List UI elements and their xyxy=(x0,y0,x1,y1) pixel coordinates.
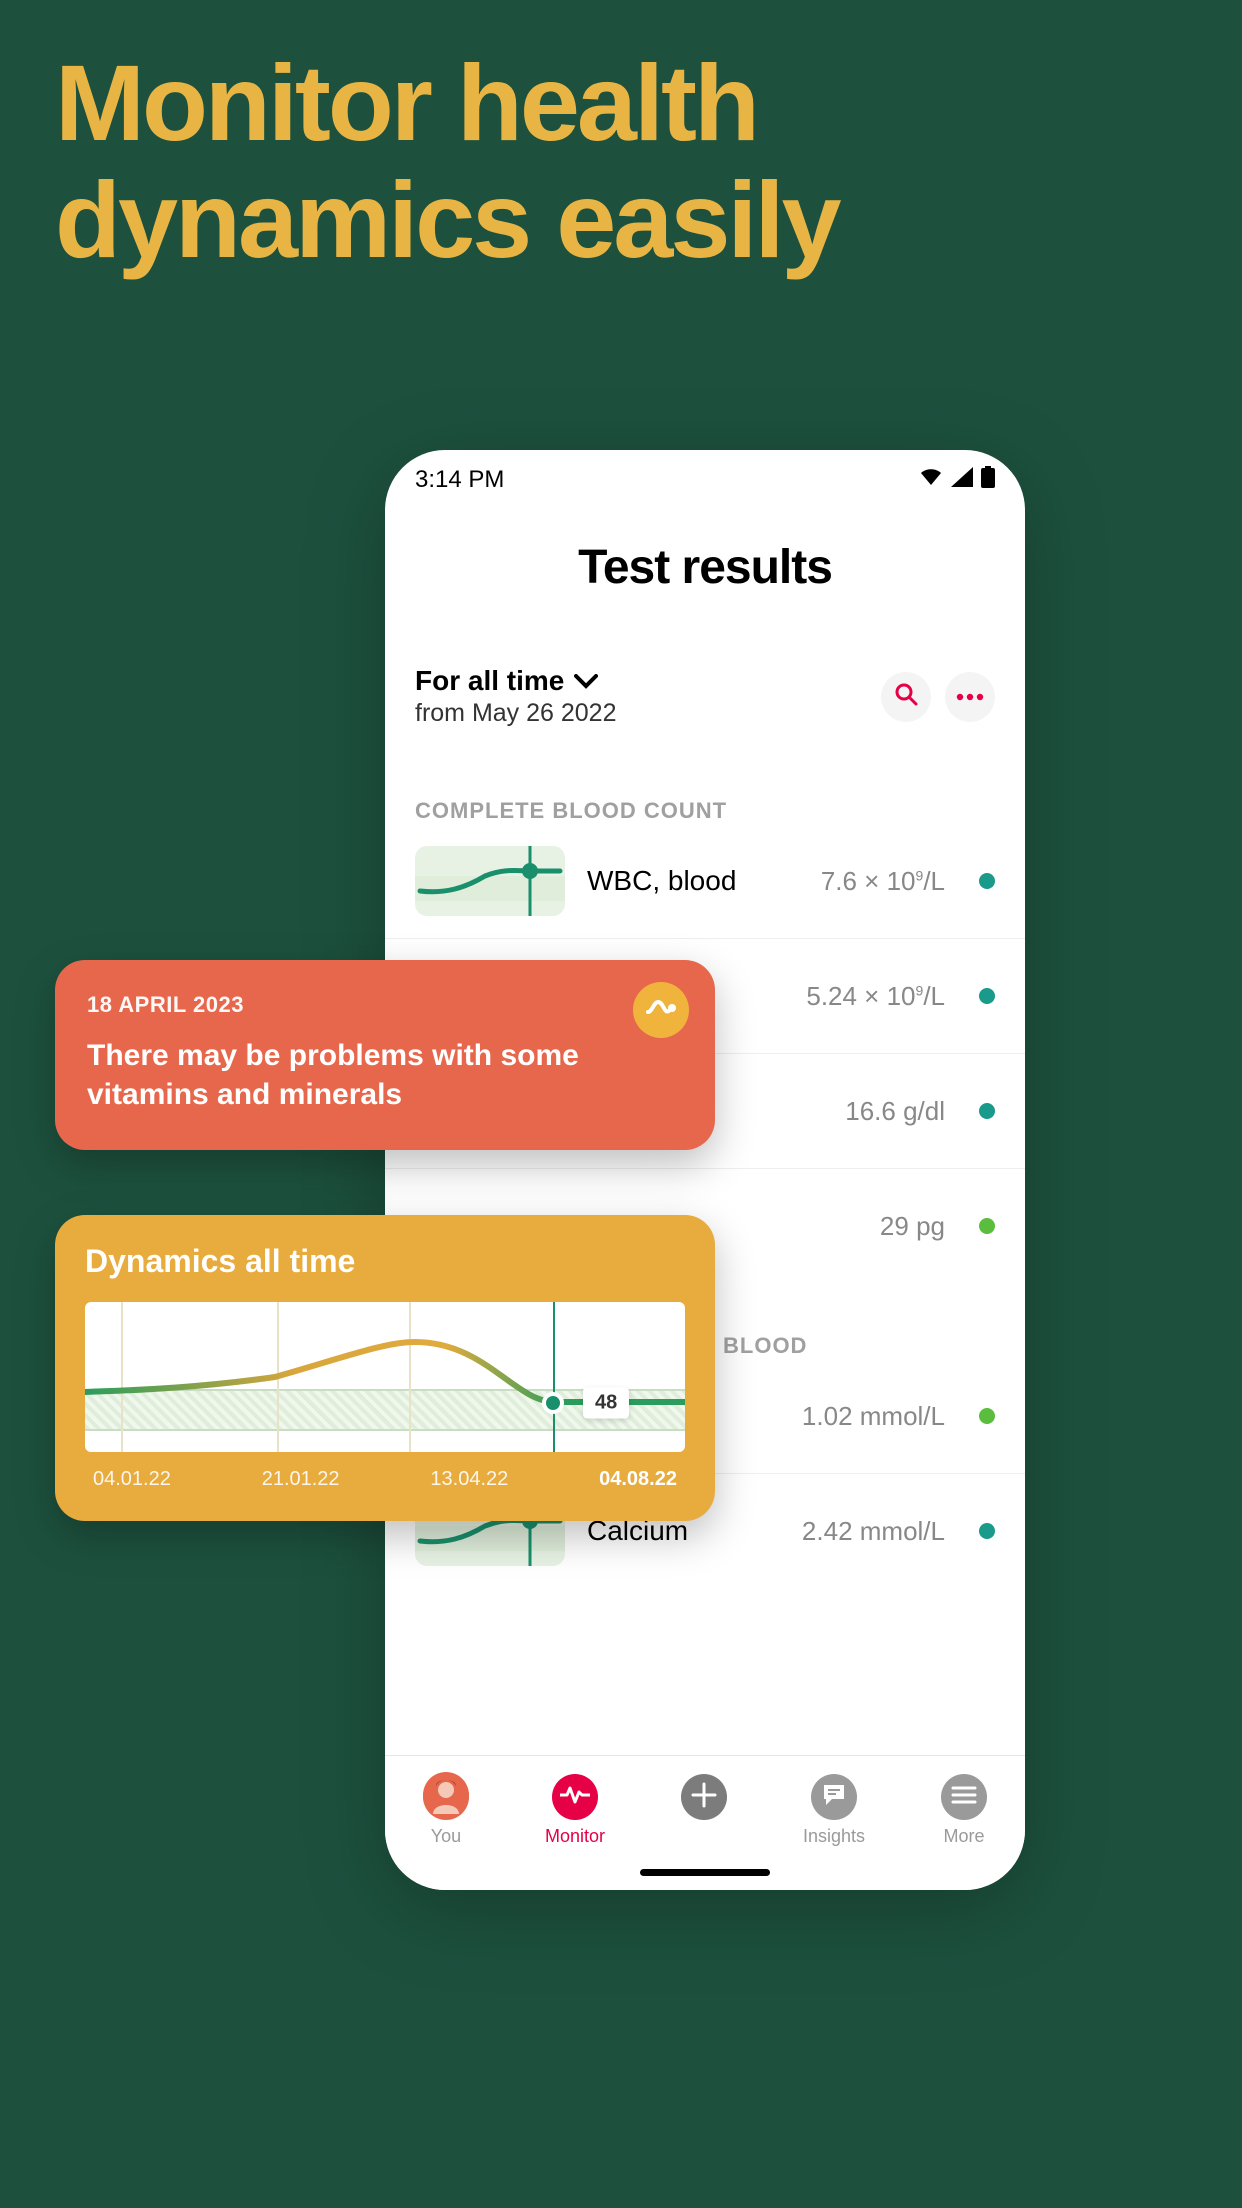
test-value: 16.6 g/dl xyxy=(845,1096,945,1127)
menu-icon xyxy=(951,1785,977,1810)
chart-x-axis: 04.01.22 21.01.22 13.04.22 04.08.22 xyxy=(85,1468,685,1491)
tab-monitor[interactable]: Monitor xyxy=(545,1774,605,1847)
tab-add[interactable] xyxy=(681,1774,727,1820)
status-bar: 3:14 PM xyxy=(385,450,1025,510)
avatar-icon xyxy=(423,1772,469,1823)
test-value: 5.24 × 109/L xyxy=(806,981,945,1012)
dynamics-chart-card[interactable]: Dynamics all time 48 04.01.22 21.01.22 1… xyxy=(55,1215,715,1521)
status-indicator-dot xyxy=(979,1103,995,1119)
time-filter-subtext: from May 26 2022 xyxy=(415,699,617,728)
plus-icon xyxy=(691,1782,717,1813)
tab-label: You xyxy=(431,1826,461,1847)
status-indicator-dot xyxy=(979,1523,995,1539)
search-icon xyxy=(894,682,918,711)
tab-label: More xyxy=(943,1826,984,1847)
phone-frame: 3:14 PM Test results For all time from M… xyxy=(385,450,1025,1890)
status-indicator-dot xyxy=(979,1218,995,1234)
status-indicator-dot xyxy=(979,1408,995,1424)
more-horizontal-icon xyxy=(956,688,984,706)
page-title: Test results xyxy=(385,540,1025,595)
wifi-icon xyxy=(919,466,943,494)
chart-x-label: 13.04.22 xyxy=(430,1468,508,1491)
test-value: 1.02 mmol/L xyxy=(802,1401,945,1432)
test-value: 29 pg xyxy=(880,1211,945,1242)
chart-highlight-value: 48 xyxy=(583,1387,629,1418)
dynamics-chart-area: 48 xyxy=(85,1302,685,1452)
filter-row: For all time from May 26 2022 xyxy=(385,665,1025,728)
heartbeat-icon xyxy=(560,1785,590,1810)
time-filter-label: For all time xyxy=(415,665,564,697)
alert-icon-badge xyxy=(633,982,689,1038)
alert-card[interactable]: 18 APRIL 2023 There may be problems with… xyxy=(55,960,715,1150)
chart-highlight-point xyxy=(542,1392,564,1414)
search-button[interactable] xyxy=(881,672,931,722)
section-header: COMPLETE BLOOD COUNT xyxy=(385,798,1025,824)
battery-icon xyxy=(981,466,995,495)
sparkline-chart xyxy=(415,846,565,916)
status-time: 3:14 PM xyxy=(415,466,504,494)
time-filter-dropdown[interactable]: For all time xyxy=(415,665,617,697)
home-indicator xyxy=(640,1869,770,1876)
cellular-icon xyxy=(951,466,973,494)
tab-you[interactable]: You xyxy=(423,1774,469,1847)
pulse-icon xyxy=(646,996,676,1025)
tab-insights[interactable]: Insights xyxy=(803,1774,865,1847)
alert-message: There may be problems with some vitamins… xyxy=(87,1036,607,1114)
tab-more[interactable]: More xyxy=(941,1774,987,1847)
chart-x-label: 04.08.22 xyxy=(599,1468,677,1491)
dynamics-chart-title: Dynamics all time xyxy=(85,1243,685,1280)
test-name: WBC, blood xyxy=(587,865,799,897)
tab-label: Monitor xyxy=(545,1826,605,1847)
status-indicator-dot xyxy=(979,873,995,889)
status-indicator-dot xyxy=(979,988,995,1004)
more-options-button[interactable] xyxy=(945,672,995,722)
chart-x-label: 04.01.22 xyxy=(93,1468,171,1491)
test-value: 7.6 × 109/L xyxy=(821,866,945,897)
marketing-headline: Monitor health dynamics easily xyxy=(55,45,1242,278)
test-value: 2.42 mmol/L xyxy=(802,1516,945,1547)
chat-icon xyxy=(820,1781,848,1814)
chart-x-label: 21.01.22 xyxy=(262,1468,340,1491)
alert-date: 18 APRIL 2023 xyxy=(87,992,683,1018)
chevron-down-icon xyxy=(574,665,598,697)
test-result-row[interactable]: WBC, blood 7.6 × 109/L xyxy=(385,824,1025,939)
tab-label: Insights xyxy=(803,1826,865,1847)
